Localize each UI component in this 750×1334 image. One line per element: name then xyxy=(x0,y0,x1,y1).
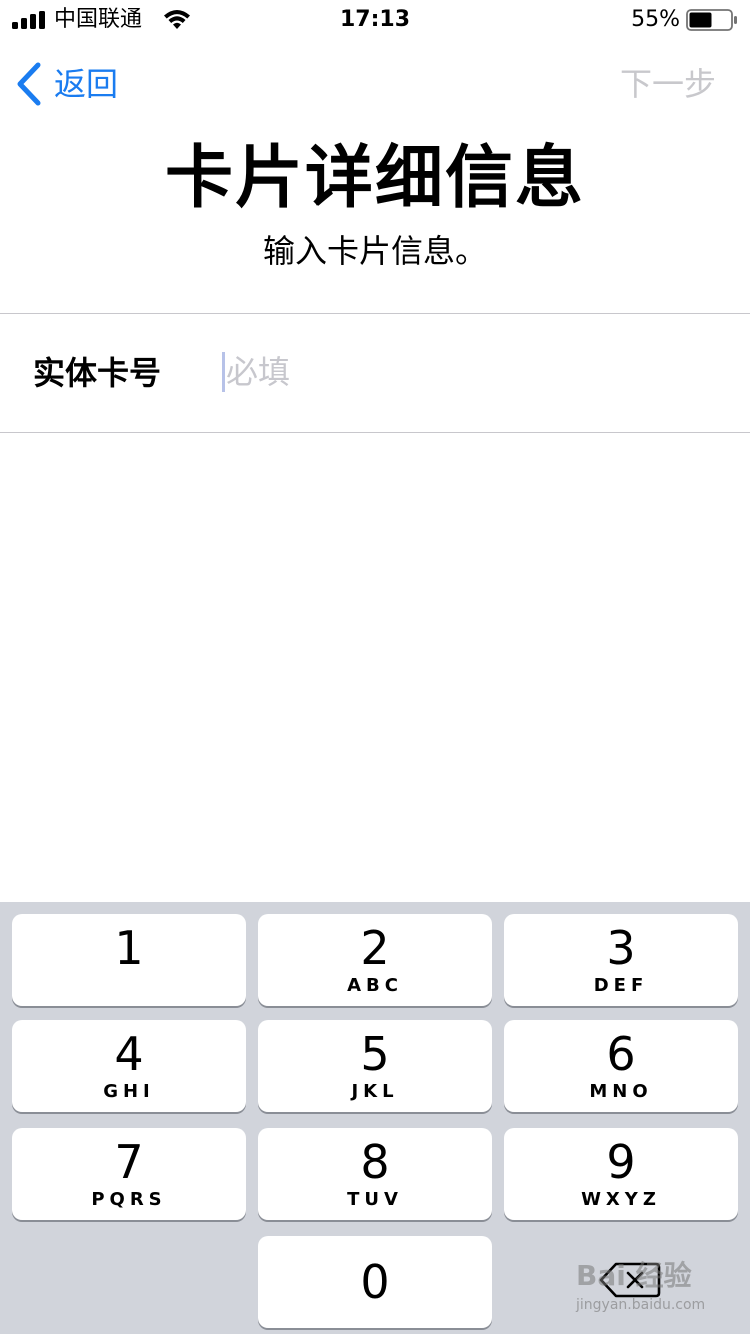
key-letters: DEF xyxy=(593,975,649,996)
page-title: 卡片详细信息 xyxy=(164,139,585,218)
key-8[interactable]: 8 TUV xyxy=(258,1128,492,1220)
page-subtitle: 输入卡片信息。 xyxy=(262,232,487,270)
battery-icon xyxy=(686,9,737,31)
key-2[interactable]: 2 ABC xyxy=(258,914,492,1006)
key-4[interactable]: 4 GHI xyxy=(12,1020,246,1112)
key-letters: JKL xyxy=(351,1081,399,1102)
card-number-input[interactable] xyxy=(226,344,706,400)
key-number: 7 xyxy=(114,1135,144,1189)
key-number: 9 xyxy=(606,1135,636,1189)
chevron-left-icon xyxy=(17,62,41,106)
key-6[interactable]: 6 MNO xyxy=(504,1020,738,1112)
key-number: 4 xyxy=(114,1027,144,1081)
back-button[interactable]: 返回 xyxy=(14,60,118,108)
next-step-button[interactable]: 下一步 xyxy=(620,60,716,108)
watermark: Bai 经验 jingyan.baidu.com xyxy=(576,1258,736,1322)
key-number: 3 xyxy=(606,921,636,975)
back-button-label: 返回 xyxy=(54,65,119,103)
key-number: 0 xyxy=(360,1255,390,1309)
key-letters: ABC xyxy=(347,975,403,996)
key-9[interactable]: 9 WXYZ xyxy=(504,1128,738,1220)
battery-percent: 55% xyxy=(631,7,680,32)
key-number: 8 xyxy=(360,1135,390,1189)
text-cursor xyxy=(222,352,225,392)
key-number: 2 xyxy=(360,921,390,975)
key-number: 1 xyxy=(114,921,144,975)
key-letters: PQRS xyxy=(91,1189,167,1210)
key-letters: WXYZ xyxy=(581,1189,661,1210)
key-7[interactable]: 7 PQRS xyxy=(12,1128,246,1220)
key-letters: TUV xyxy=(347,1189,403,1210)
key-5[interactable]: 5 JKL xyxy=(258,1020,492,1112)
key-3[interactable]: 3 DEF xyxy=(504,914,738,1006)
watermark-logo: Bai 经验 xyxy=(576,1259,692,1292)
key-number: 5 xyxy=(360,1027,390,1081)
card-number-label: 实体卡号 xyxy=(33,354,162,392)
key-1[interactable]: 1 xyxy=(12,914,246,1006)
form-divider-top xyxy=(0,313,750,314)
form-divider-bottom xyxy=(0,432,750,433)
key-number: 6 xyxy=(606,1027,636,1081)
watermark-url: jingyan.baidu.com xyxy=(576,1297,706,1313)
key-letters: GHI xyxy=(103,1081,155,1102)
key-0[interactable]: 0 xyxy=(258,1236,492,1328)
status-bar: 中国联通 17:13 55% xyxy=(0,0,750,40)
key-letters: MNO xyxy=(589,1081,653,1102)
